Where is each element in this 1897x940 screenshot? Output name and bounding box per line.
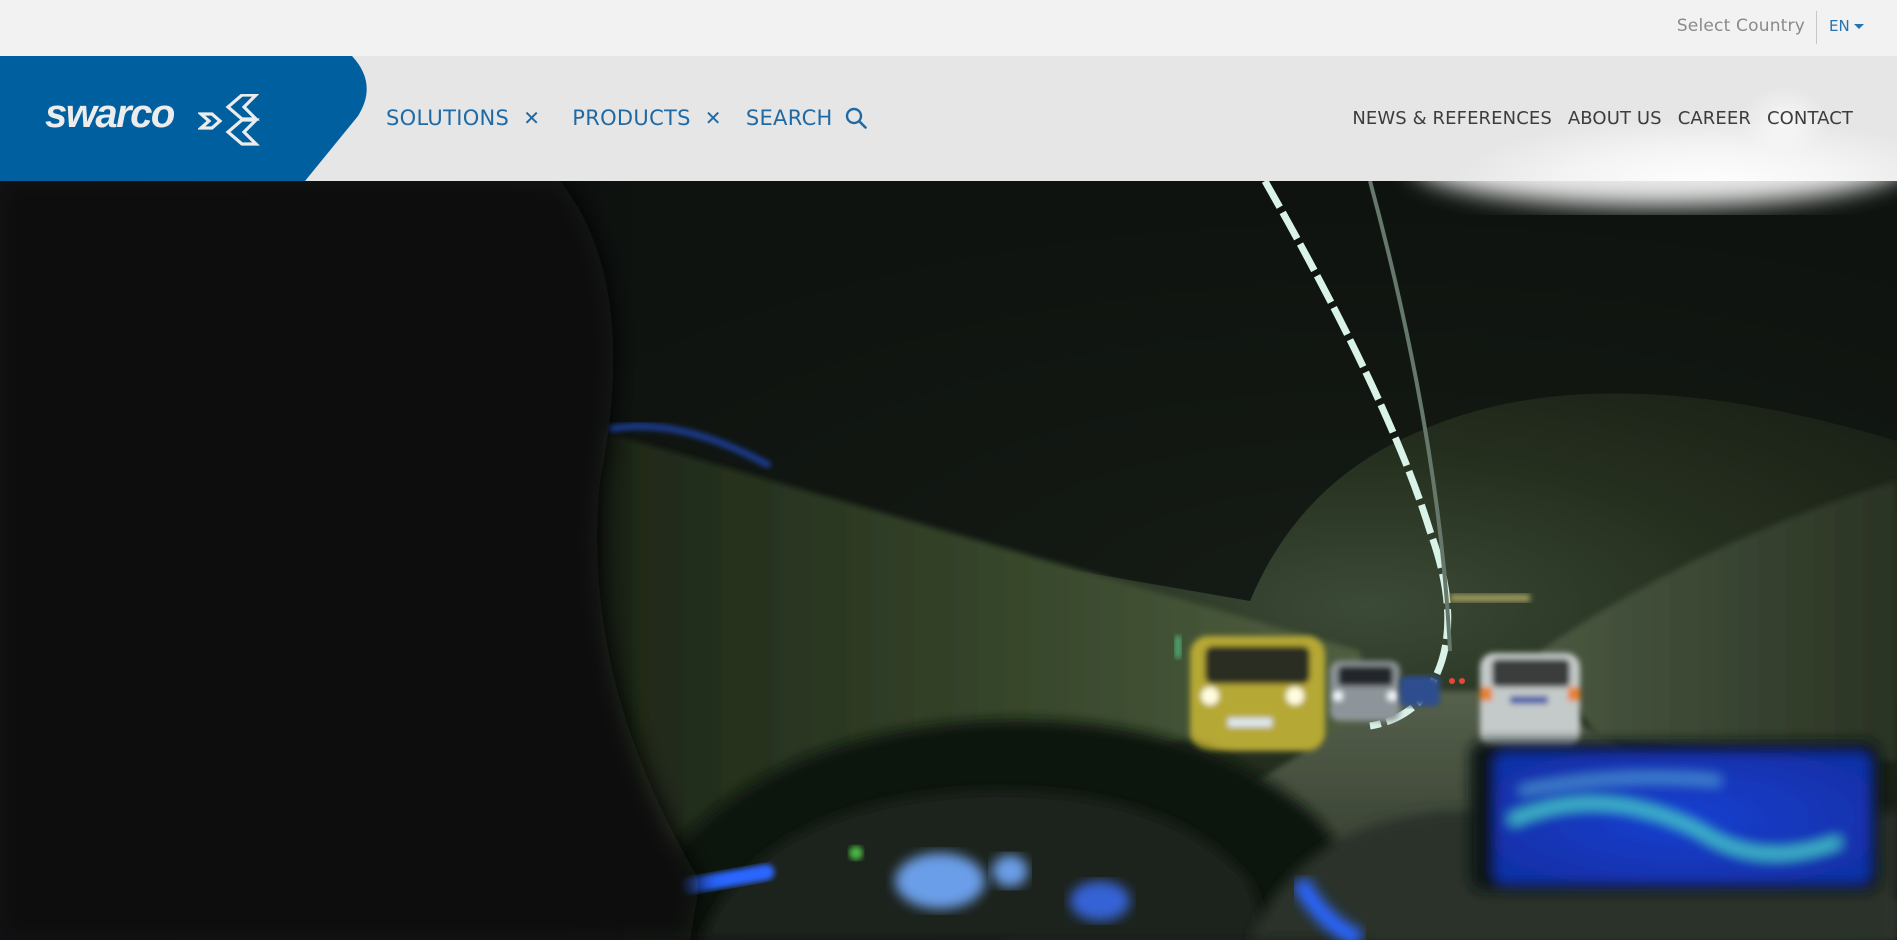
secondary-nav: NEWS & REFERENCES ABOUT US CAREER CONTAC… — [1352, 108, 1853, 129]
tunnel-scene-illustration — [0, 181, 1897, 940]
swarco-arrows-logo-icon — [198, 94, 260, 146]
nav-search-label: SEARCH — [745, 106, 833, 130]
primary-nav: SOLUTIONS ✕ PRODUCTS ✕ SEARCH — [386, 106, 867, 130]
close-icon[interactable]: ✕ — [705, 108, 722, 128]
select-country-link[interactable]: Select Country — [1677, 16, 1805, 36]
nav-about-us[interactable]: ABOUT US — [1568, 108, 1662, 129]
gps-screen — [1470, 741, 1880, 891]
nav-news-references[interactable]: NEWS & REFERENCES — [1352, 108, 1552, 129]
language-selector[interactable]: EN — [1829, 17, 1864, 35]
nav-solutions-label: SOLUTIONS — [386, 106, 510, 130]
nav-search[interactable]: SEARCH — [746, 106, 867, 130]
main-navigation: swarco SOLUTIONS ✕ PRODUCTS ✕ SEARCH NEW… — [0, 56, 1897, 181]
topbar-divider — [1816, 11, 1817, 44]
nav-products[interactable]: PRODUCTS ✕ — [572, 106, 722, 130]
nav-products-label: PRODUCTS — [572, 106, 691, 130]
hero-image — [0, 181, 1897, 940]
language-label: EN — [1829, 17, 1850, 35]
logo-link[interactable]: swarco — [0, 56, 372, 181]
nav-solutions[interactable]: SOLUTIONS ✕ — [386, 106, 540, 130]
nav-contact[interactable]: CONTACT — [1767, 108, 1853, 129]
nav-career[interactable]: CAREER — [1678, 108, 1751, 129]
close-icon[interactable]: ✕ — [523, 108, 540, 128]
yellow-car — [1190, 636, 1325, 751]
top-utility-bar: Select Country EN — [0, 0, 1897, 56]
caret-down-icon — [1853, 24, 1864, 29]
search-icon[interactable] — [845, 107, 867, 129]
logo-wordmark: swarco — [45, 92, 175, 136]
